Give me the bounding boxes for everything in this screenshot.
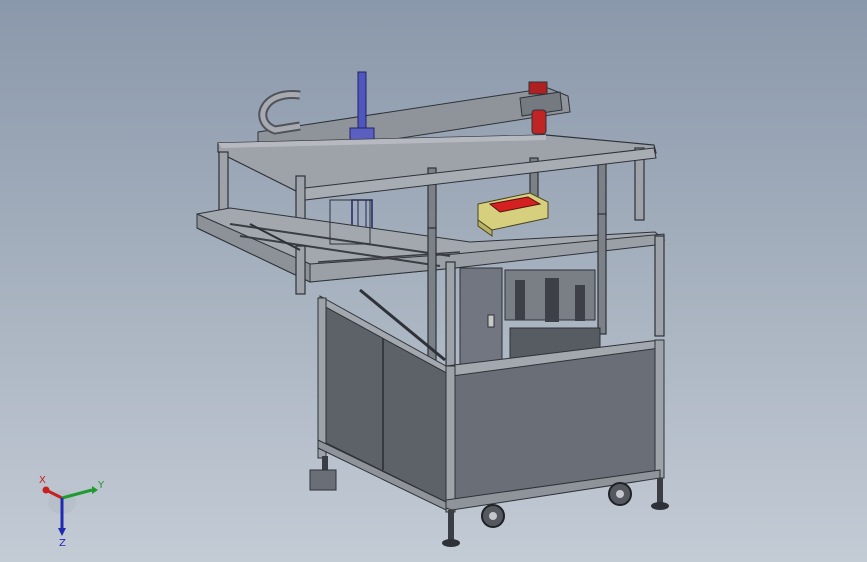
cable-chain (258, 90, 301, 135)
axis-triad: X Y Z (39, 475, 105, 548)
machine-assembly-model[interactable] (0, 0, 867, 562)
z-axis-label: Z (59, 538, 66, 548)
y-axis-label: Y (97, 480, 105, 491)
x-axis-label: X (39, 475, 46, 486)
cad-viewport[interactable]: X Y Z (0, 0, 867, 562)
product-tray (477, 192, 549, 237)
